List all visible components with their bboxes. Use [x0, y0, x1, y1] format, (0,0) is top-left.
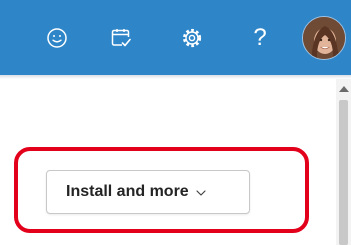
- help-icon[interactable]: ?: [244, 22, 276, 54]
- help-glyph: ?: [253, 24, 267, 51]
- feedback-smile-icon[interactable]: [41, 22, 73, 54]
- install-button-label: Install and more: [66, 183, 189, 200]
- gear-icon[interactable]: [176, 22, 208, 54]
- install-and-more-button[interactable]: Install and more: [46, 170, 250, 214]
- top-bar: ?: [0, 0, 351, 75]
- chevron-down-icon: [196, 183, 206, 201]
- scroll-up-arrow-icon[interactable]: [339, 86, 349, 92]
- top-bar-shadow: [0, 75, 351, 79]
- calendar-check-icon[interactable]: [105, 22, 137, 54]
- avatar[interactable]: [302, 16, 346, 60]
- scrollbar-thumb[interactable]: [339, 100, 348, 245]
